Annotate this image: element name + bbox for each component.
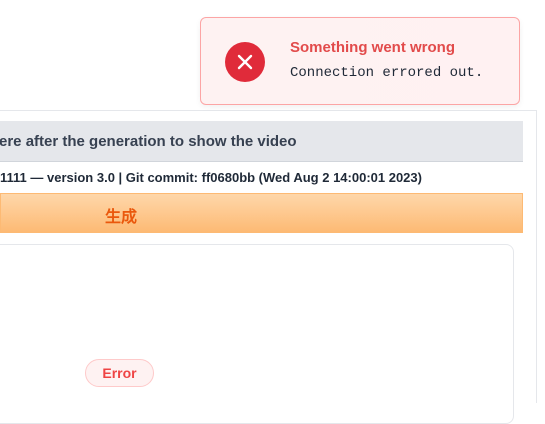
video-header-text: ere after the generation to show the vid…: [0, 132, 297, 150]
close-icon[interactable]: [225, 42, 265, 82]
error-badge-label: Error: [102, 365, 137, 381]
panel-divider: [0, 110, 537, 111]
toast-message: Connection errored out.: [290, 65, 484, 81]
generate-button-label: 生成: [105, 207, 138, 226]
close-icon-glyph: [237, 54, 253, 70]
video-output-box: [0, 244, 514, 424]
error-badge: Error: [85, 359, 154, 387]
version-text: 1111 — version 3.0 | Git commit: ff0680b…: [0, 169, 422, 185]
toast-title: Something went wrong: [290, 39, 455, 56]
version-footer: 1111 — version 3.0 | Git commit: ff0680b…: [0, 163, 523, 191]
generate-button[interactable]: 生成: [0, 193, 523, 233]
video-output-header: ere after the generation to show the vid…: [0, 121, 523, 162]
error-toast: Something went wrong Connection errored …: [200, 17, 520, 105]
panel-right-border: [536, 110, 537, 403]
